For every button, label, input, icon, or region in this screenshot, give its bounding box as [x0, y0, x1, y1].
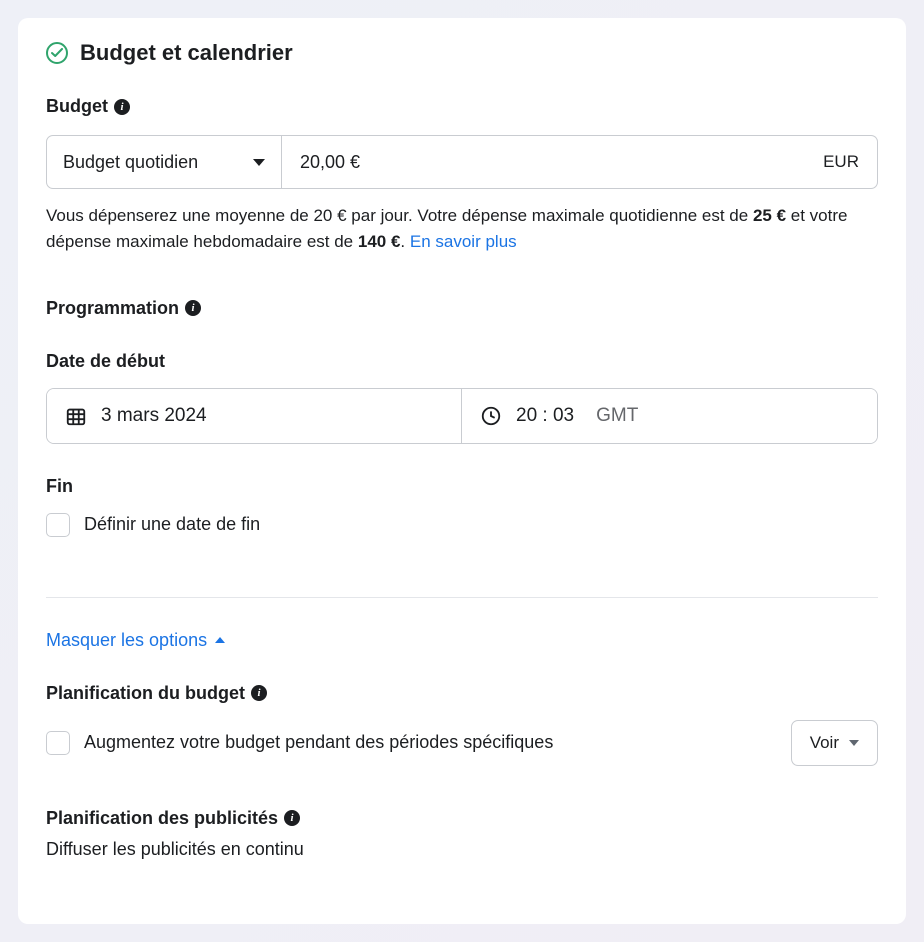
budget-input-row: Budget quotidien 20,00 € EUR	[46, 135, 878, 189]
budget-label: Budget i	[46, 96, 878, 117]
budget-amount-value: 20,00 €	[300, 152, 360, 173]
info-icon[interactable]: i	[114, 99, 130, 115]
budget-plan-row: Augmentez votre budget pendant des pério…	[46, 720, 878, 766]
end-date-checkbox-label: Définir une date de fin	[84, 514, 260, 535]
budget-currency: EUR	[823, 152, 859, 172]
chevron-up-icon	[215, 637, 225, 643]
budget-plan-label: Planification du budget i	[46, 683, 878, 704]
clock-icon	[480, 405, 502, 427]
card-title: Budget et calendrier	[80, 40, 293, 66]
budget-helper-text: Vous dépenserez une moyenne de 20 € par …	[46, 203, 878, 256]
budget-type-value: Budget quotidien	[63, 152, 198, 173]
budget-plan-checkbox[interactable]	[46, 731, 70, 755]
hide-options-toggle[interactable]: Masquer les options	[46, 630, 225, 651]
budget-schedule-card: Budget et calendrier Budget i Budget quo…	[18, 18, 906, 924]
budget-amount-input[interactable]: 20,00 € EUR	[282, 135, 878, 189]
card-header: Budget et calendrier	[46, 40, 878, 66]
start-time-value: 20 : 03	[516, 405, 574, 427]
view-button[interactable]: Voir	[791, 720, 878, 766]
timezone-label: GMT	[596, 405, 638, 427]
chevron-down-icon	[849, 740, 859, 746]
start-time-input[interactable]: 20 : 03 GMT	[462, 389, 877, 443]
info-icon[interactable]: i	[185, 300, 201, 316]
start-date-input[interactable]: 3 mars 2024	[47, 389, 462, 443]
divider	[46, 597, 878, 598]
start-datetime-row: 3 mars 2024 20 : 03 GMT	[46, 388, 878, 444]
schedule-label: Programmation i	[46, 298, 878, 319]
info-icon[interactable]: i	[251, 685, 267, 701]
start-date-value: 3 mars 2024	[101, 405, 207, 427]
budget-plan-checkbox-label: Augmentez votre budget pendant des pério…	[84, 732, 553, 753]
budget-plan-checkbox-row: Augmentez votre budget pendant des pério…	[46, 731, 553, 755]
chevron-down-icon	[253, 159, 265, 166]
ad-plan-body: Diffuser les publicités en continu	[46, 839, 878, 860]
info-icon[interactable]: i	[284, 810, 300, 826]
end-date-checkbox[interactable]	[46, 513, 70, 537]
check-circle-icon	[46, 42, 68, 64]
start-date-label: Date de début	[46, 351, 878, 372]
budget-type-select[interactable]: Budget quotidien	[46, 135, 282, 189]
end-label: Fin	[46, 476, 878, 497]
calendar-icon	[65, 405, 87, 427]
end-date-checkbox-row: Définir une date de fin	[46, 513, 878, 537]
learn-more-link[interactable]: En savoir plus	[410, 232, 517, 251]
ad-plan-label: Planification des publicités i	[46, 808, 878, 829]
